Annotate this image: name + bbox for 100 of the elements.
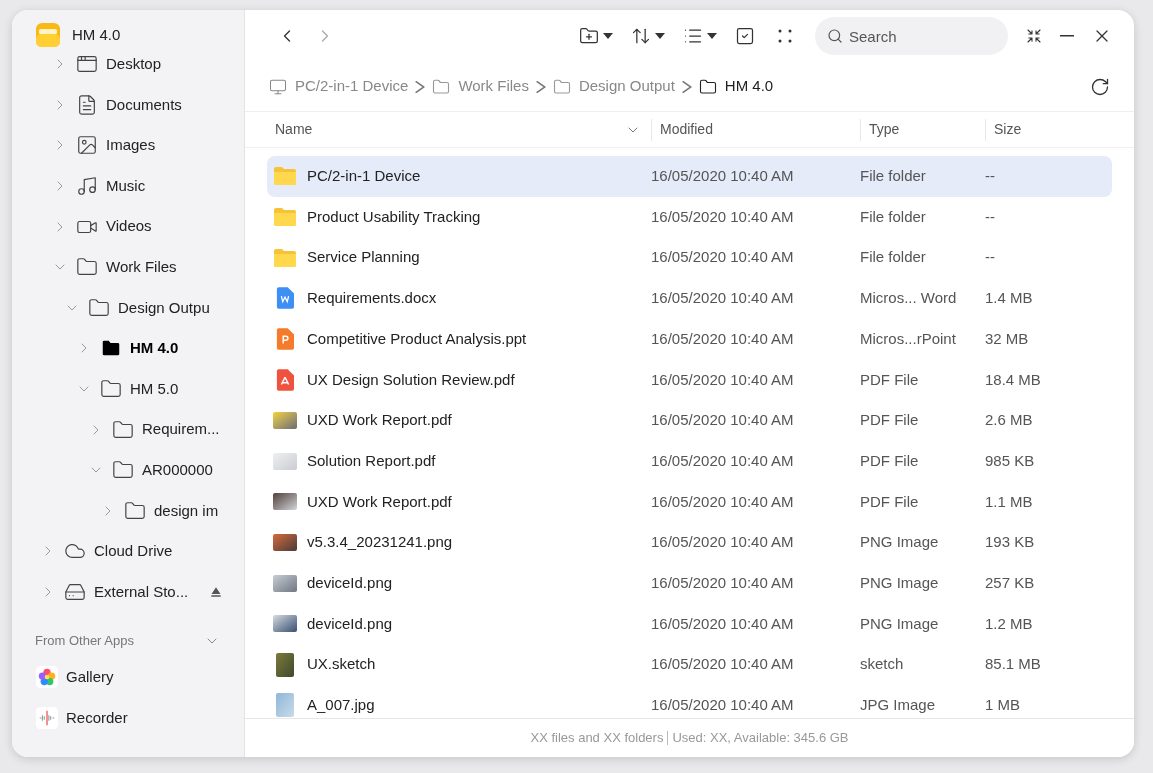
- folder-icon: [124, 499, 146, 522]
- file-row[interactable]: v5.3.4_20231241.png 16/05/2020 10:40 AM PNG Image 193 KB: [267, 522, 1112, 563]
- column-header[interactable]: Size: [994, 119, 1022, 140]
- file-size: --: [985, 166, 995, 187]
- sidebar-item[interactable]: HM 4.0: [12, 328, 244, 369]
- sidebar-item[interactable]: Design Outpu: [12, 287, 244, 329]
- modified-date: 16/05/2020 10:40 AM: [651, 695, 795, 716]
- gallery-app-icon: [36, 666, 58, 689]
- modified-date: 16/05/2020 10:40 AM: [651, 613, 795, 634]
- sidebar-item[interactable]: Cloud Drive: [12, 531, 244, 572]
- item-count: XX files and XX folders: [530, 729, 664, 748]
- file-size: 1.2 MB: [985, 613, 1033, 634]
- file-size: --: [985, 247, 995, 268]
- sidebar-item-label: Desktop: [106, 54, 162, 75]
- caret-down-icon: [655, 33, 665, 39]
- sidebar-item-label: Cloud Drive: [94, 541, 173, 562]
- new-folder-button[interactable]: [579, 26, 613, 46]
- app-shortcut[interactable]: Recorder: [12, 697, 244, 739]
- file-type: Micros...rPoint: [860, 328, 957, 349]
- file-type: PNG Image: [860, 532, 940, 553]
- file-row[interactable]: deviceId.png 16/05/2020 10:40 AM PNG Image 257 KB: [267, 562, 1112, 604]
- file-thumbnail: [273, 493, 297, 511]
- sidebar-item-label: Work Files: [106, 257, 177, 277]
- sort-button[interactable]: [631, 26, 665, 46]
- file-size: --: [985, 206, 995, 227]
- modified-date: 16/05/2020 10:40 AM: [651, 206, 795, 227]
- file-row[interactable]: deviceId.png 16/05/2020 10:40 AM PNG Image 1.2 MB: [267, 603, 1112, 645]
- file-row[interactable]: UXD Work Report.pdf 16/05/2020 10:40 AM PDF File 2.6 MB: [267, 400, 1112, 441]
- sidebar-item[interactable]: Images: [12, 125, 244, 166]
- file-type: sketch: [860, 654, 905, 675]
- breadcrumb-item[interactable]: HM 4.0: [698, 75, 774, 98]
- sidebar-item[interactable]: design im: [12, 490, 244, 532]
- refresh-button[interactable]: [1090, 76, 1110, 97]
- folder-icon: [273, 247, 297, 268]
- file-row[interactable]: PC/2-in-1 Device 16/05/2020 10:40 AM File folder --: [267, 156, 1112, 197]
- folder-icon: [273, 166, 297, 187]
- file-size: 32 MB: [985, 328, 1029, 349]
- pdf-icon: [276, 368, 294, 391]
- breadcrumb-item[interactable]: Design Output: [552, 75, 675, 98]
- modified-date: 16/05/2020 10:40 AM: [651, 247, 795, 268]
- breadcrumb-item[interactable]: PC/2-in-1 Device: [269, 75, 409, 98]
- modified-date: 16/05/2020 10:40 AM: [651, 166, 795, 187]
- sidebar-item[interactable]: HM 5.0: [12, 368, 244, 410]
- sidebar-item[interactable]: External Sto...: [12, 571, 244, 613]
- restore-window-button[interactable]: [1026, 28, 1042, 44]
- column-header[interactable]: Name: [275, 119, 313, 140]
- section-heading: From Other Apps: [35, 632, 134, 651]
- file-row[interactable]: Product Usability Tracking 16/05/2020 10:40 AM File folder --: [267, 196, 1112, 238]
- breadcrumb-item[interactable]: Work Files: [432, 75, 529, 98]
- file-type: PDF File: [860, 369, 920, 390]
- file-size: 85.1 MB: [985, 654, 1041, 675]
- sidebar-item[interactable]: Documents: [12, 84, 244, 126]
- refresh-icon: [1090, 76, 1110, 97]
- folder-icon: [432, 77, 451, 96]
- file-row[interactable]: Competitive Product Analysis.ppt 16/05/2020 10:40 AM Micros...rPoint 32 MB: [267, 318, 1112, 360]
- minimize-button[interactable]: [1060, 35, 1074, 37]
- sidebar-item[interactable]: Music: [12, 165, 244, 207]
- sidebar-item[interactable]: AR000000: [12, 449, 244, 491]
- sidebar-item[interactable]: Desktop: [12, 48, 244, 85]
- recorder-app-icon: [36, 706, 58, 729]
- select-button[interactable]: [735, 26, 755, 46]
- file-name: UXD Work Report.pdf: [307, 491, 452, 512]
- file-row[interactable]: UX.sketch 16/05/2020 10:40 AM sketch 85.1 MB: [267, 644, 1112, 685]
- sort-arrows-icon: [631, 26, 651, 46]
- modified-date: 16/05/2020 10:40 AM: [651, 288, 795, 309]
- search-icon: [827, 28, 843, 44]
- app-title: HM 4.0: [72, 24, 121, 45]
- file-type: PNG Image: [860, 572, 940, 593]
- column-header[interactable]: Type: [869, 119, 900, 140]
- drive-icon: [64, 581, 86, 603]
- file-row[interactable]: A_007.jpg 16/05/2020 10:40 AM JPG Image 1 MB: [267, 684, 1112, 718]
- file-size: 1.4 MB: [985, 288, 1033, 309]
- file-name: v5.3.4_20231241.png: [307, 532, 453, 553]
- file-row[interactable]: Requirements.docx 16/05/2020 10:40 AM Micros... Word 1.4 MB: [267, 278, 1112, 319]
- modified-date: 16/05/2020 10:40 AM: [651, 654, 795, 675]
- file-name: UXD Work Report.pdf: [307, 410, 452, 431]
- sidebar-item-label: HM 4.0: [130, 338, 179, 359]
- file-type: Micros... Word: [860, 288, 958, 309]
- file-row[interactable]: Solution Report.pdf 16/05/2020 10:40 AM PDF File 985 KB: [267, 440, 1112, 482]
- sidebar-item[interactable]: Work Files: [12, 246, 244, 288]
- sidebar-item[interactable]: Requirem...: [12, 409, 244, 450]
- column-header[interactable]: Modified: [660, 119, 713, 140]
- file-type: JPG Image: [860, 695, 937, 716]
- sidebar-item[interactable]: Videos: [12, 206, 244, 247]
- file-thumbnail: [273, 534, 297, 552]
- file-row[interactable]: Service Planning 16/05/2020 10:40 AM File folder --: [267, 237, 1112, 279]
- sidebar-item-label: Videos: [106, 216, 152, 237]
- file-size: 2.6 MB: [985, 410, 1033, 431]
- file-type: File folder: [860, 206, 927, 227]
- app-shortcut[interactable]: Gallery: [12, 657, 244, 698]
- search-field[interactable]: Search: [815, 17, 1008, 55]
- chevron-right-icon: [681, 79, 692, 94]
- checkbox-icon: [735, 26, 755, 46]
- file-type: PDF File: [860, 491, 920, 512]
- four-dots-icon: [777, 28, 793, 44]
- file-row[interactable]: UXD Work Report.pdf 16/05/2020 10:40 AM PDF File 1.1 MB: [267, 481, 1112, 523]
- modified-date: 16/05/2020 10:40 AM: [651, 532, 795, 553]
- minimize-icon: [1060, 35, 1074, 37]
- file-row[interactable]: UX Design Solution Review.pdf 16/05/2020 10:40 AM PDF File 18.4 MB: [267, 359, 1112, 401]
- document-icon: [76, 93, 98, 116]
